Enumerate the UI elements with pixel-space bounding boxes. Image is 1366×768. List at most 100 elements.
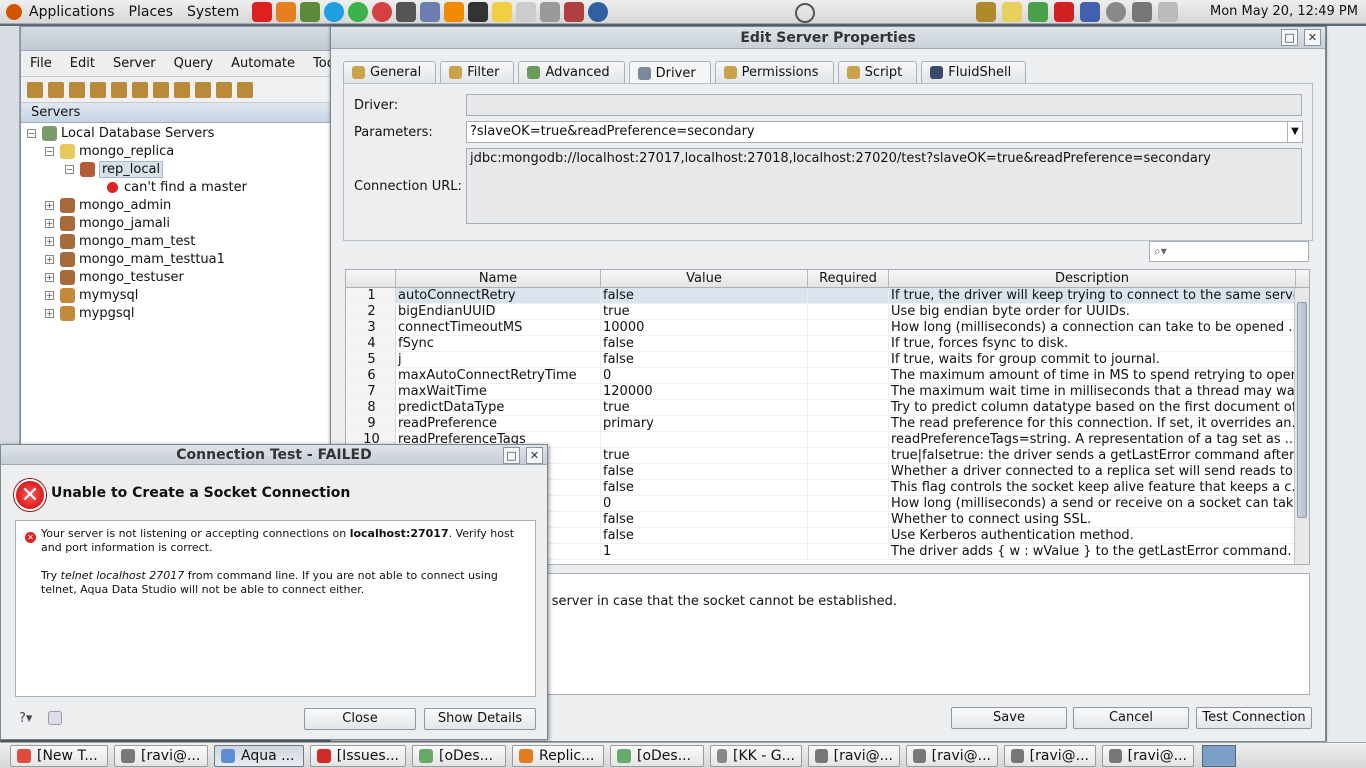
help-icon[interactable] [372,1,393,22]
cancel-button[interactable]: Cancel [1073,707,1189,729]
tree-server[interactable]: + mongo_mam_testtua1 [45,251,225,269]
maximize-button[interactable]: □ [1281,29,1298,46]
tree-server[interactable]: + mongo_mam_test [45,233,195,251]
table-row[interactable]: 7 maxWaitTime 120000 The maximum wait time … [346,384,1309,400]
taskbar-item[interactable]: Aqua ... [214,744,304,767]
lock-icon[interactable] [976,2,996,22]
taskbar-item[interactable]: [ravi@... [1102,744,1194,767]
menu-edit[interactable]: Edit [61,51,104,77]
places-menu[interactable]: Places [122,0,181,24]
taskbar-item[interactable]: [ravi@... [114,744,208,767]
table-row[interactable]: 3 connectTimeoutMS 10000 How long (millisec… [346,320,1309,336]
disk-icon[interactable] [540,1,561,22]
server-icon[interactable] [564,1,585,22]
table-row[interactable]: 5 j false If true, waits for group commit t… [346,352,1309,368]
tab-advanced[interactable]: Advanced [518,61,625,83]
menu-server[interactable]: Server [104,51,165,77]
expand-icon[interactable]: + [45,219,54,228]
applications-menu[interactable]: Applications [22,0,122,24]
volume-icon[interactable] [1132,2,1152,22]
menu-automate[interactable]: Automate [222,51,304,77]
camera-icon[interactable] [396,1,417,22]
table-scrollbar[interactable] [1294,288,1309,564]
tree-root[interactable]: − Local Database Servers [27,125,214,143]
expand-icon[interactable]: + [45,273,54,282]
tab-script[interactable]: Script [837,61,918,83]
maximize-button[interactable]: □ [503,447,520,464]
expand-icon[interactable]: + [45,309,54,318]
scrollbar-thumb[interactable] [1297,302,1307,518]
ubuntu-logo-icon[interactable] [6,3,22,20]
col-required[interactable]: Required [808,270,889,287]
col-index[interactable] [346,270,396,287]
col-description[interactable]: Description [889,270,1296,287]
skype-icon[interactable] [324,1,345,22]
dialog-titlebar[interactable]: Edit Server Properties □ ✕ [331,27,1325,49]
table-row[interactable]: 1 autoConnectRetry false If true, the drive… [346,288,1309,304]
taskbar-item[interactable]: [New T... [10,744,108,767]
menu-query[interactable]: Query [165,51,223,77]
table-row[interactable]: 9 readPreference primary The read preferenc… [346,416,1309,432]
expand-icon[interactable]: + [45,255,54,264]
query-analyzer-icon[interactable] [153,81,169,98]
taskbar-item[interactable]: [oDes... [412,744,506,767]
conn-test-titlebar[interactable]: Connection Test - FAILED □ ✕ [1,445,547,465]
close-button[interactable]: ✕ [1304,29,1321,46]
table-row[interactable]: 6 maxAutoConnectRetryTime 0 The maximum amo… [346,368,1309,384]
table-row[interactable]: 2 bigEndianUUID true Use big endian byte or… [346,304,1309,320]
firefox-icon[interactable] [276,1,297,22]
tree-server[interactable]: + mongo_jamali [45,215,170,233]
wifi-icon[interactable] [1106,2,1126,22]
opera-tray-icon[interactable] [1054,2,1074,22]
table-icon[interactable] [174,81,190,98]
table-row[interactable]: 4 fSync false If true, forces fsync to disk… [346,336,1309,352]
parameters-dropdown-icon[interactable]: ▼ [1287,121,1303,143]
tree-server-selected[interactable]: − rep_local [65,161,164,179]
tree-server[interactable]: + mongo_admin [45,197,171,215]
tools-icon[interactable] [237,81,253,98]
taskbar-item[interactable]: [Issues... [310,744,406,767]
connection-url-field[interactable]: jdbc:mongodb://localhost:27017,localhost… [466,148,1302,224]
tree-server[interactable]: + mypgsql [45,305,135,323]
show-details-button[interactable]: Show Details [424,708,536,730]
taskbar-item[interactable]: [ravi@... [808,744,900,767]
opera-icon[interactable] [252,1,273,22]
tab-permissions[interactable]: Permissions [714,61,834,83]
taskbar-item[interactable]: [ravi@... [906,744,998,767]
driver-field[interactable] [466,94,1302,116]
expand-icon[interactable]: + [45,291,54,300]
tree-group[interactable]: − mongo_replica [45,143,174,161]
expand-icon[interactable]: + [45,237,54,246]
expand-icon[interactable]: + [45,201,54,210]
editor-icon[interactable] [516,1,537,22]
tab-filter[interactable]: Filter [440,61,515,83]
query-window-icon[interactable] [132,81,148,98]
menu-tools[interactable]: Tools [304,51,331,77]
taskbar-item[interactable]: [oDes... [610,744,704,767]
help-icon[interactable]: ?▾ [19,711,32,726]
clock[interactable]: Mon May 20, 12:49 PM [1210,0,1358,24]
tree-error-node[interactable]: can't find a master [107,179,247,197]
collapse-icon[interactable]: − [27,129,36,138]
copy-icon[interactable] [48,711,62,725]
power-icon[interactable] [795,3,815,23]
pidgin-icon[interactable] [420,1,441,22]
menu-file[interactable]: File [21,51,61,77]
compare-icon[interactable] [216,81,232,98]
col-name[interactable]: Name [396,270,601,287]
close-button[interactable]: Close [304,708,416,730]
close-button[interactable]: ✕ [526,447,543,464]
app-indicator-icon[interactable] [1028,2,1048,22]
network-icon[interactable] [588,1,609,22]
edit-server-icon[interactable] [48,81,64,98]
terminal-icon[interactable] [468,1,489,22]
register-icon[interactable] [69,81,85,98]
workspace-switcher[interactable] [1202,744,1236,767]
table-row[interactable]: 8 predictDataType true Try to predict colum… [346,400,1309,416]
monitor-icon[interactable] [300,1,321,22]
test-connection-button[interactable]: Test Connection [1196,707,1312,729]
notes-icon[interactable] [492,1,513,22]
schema-icon[interactable] [195,81,211,98]
parameters-input[interactable]: ?slaveOK=true&readPreference=secondary [466,121,1288,143]
folder-icon[interactable] [1002,2,1022,22]
